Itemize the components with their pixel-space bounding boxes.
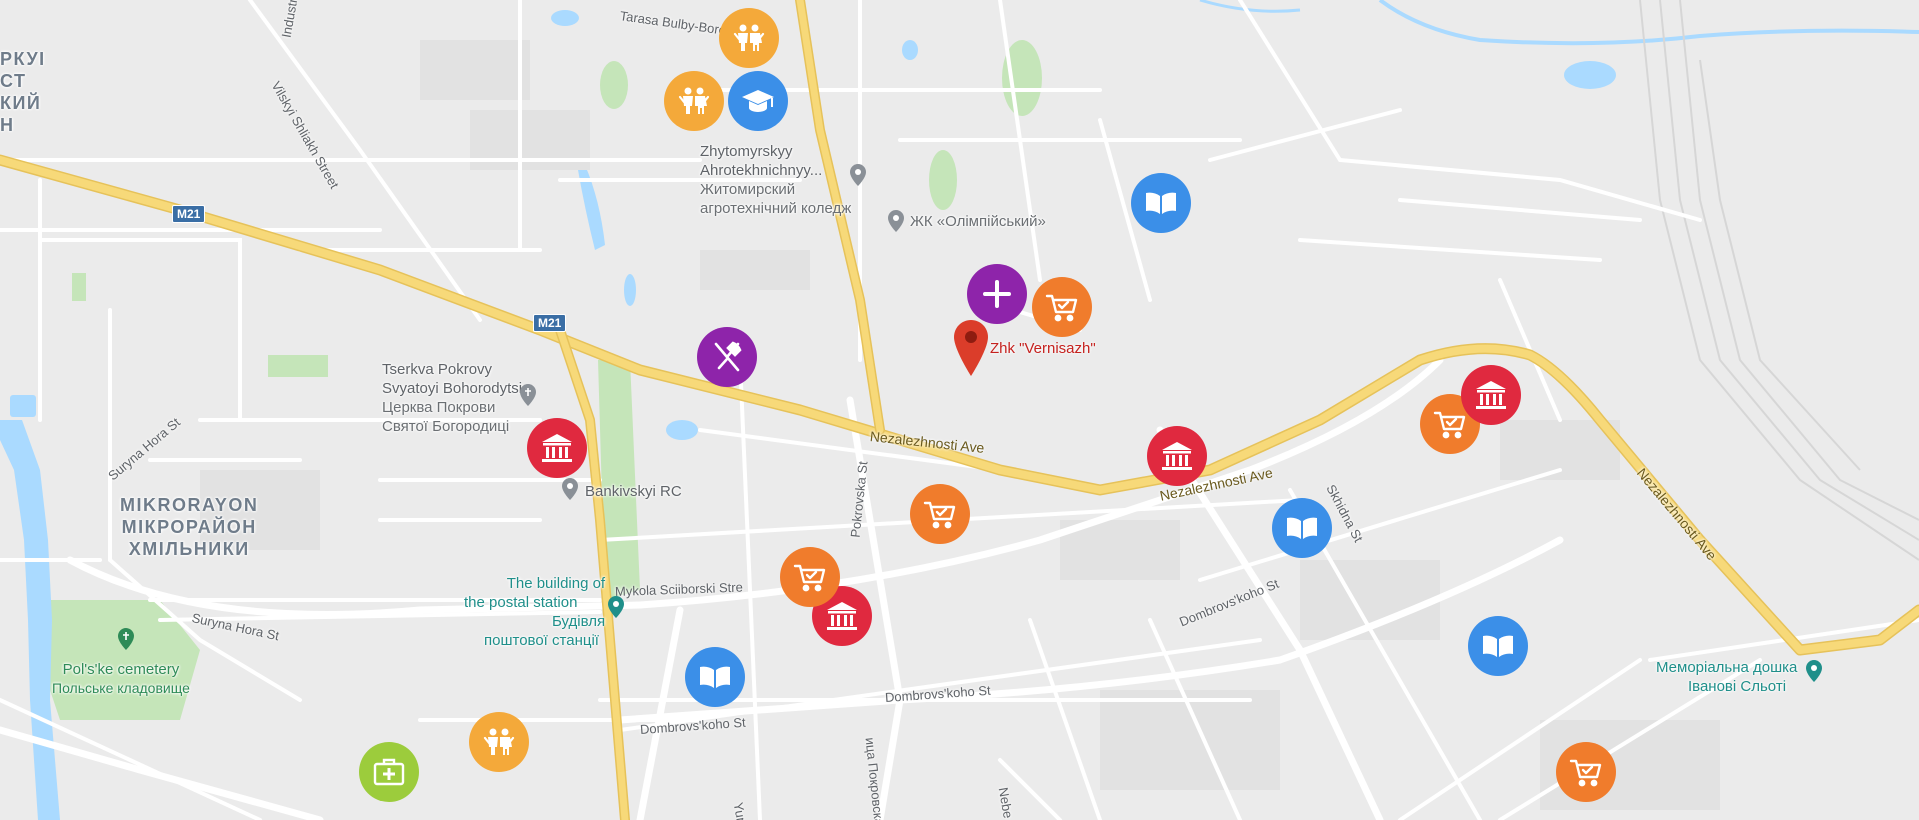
bank-marker[interactable] (1147, 426, 1207, 486)
selected-location-label: Zhk "Vernisazh" (990, 340, 1096, 357)
highway-shield-m21: M21 (172, 205, 206, 223)
landmark-pin-icon[interactable] (608, 596, 624, 618)
place-pin-icon[interactable] (562, 478, 578, 500)
book-icon (1287, 517, 1317, 539)
place-label-cemetery: Pol's'ke cemetery Польське кладовище (52, 661, 190, 696)
fork-knife-icon (714, 341, 742, 372)
shop-marker[interactable] (1032, 277, 1092, 337)
children-icon (733, 24, 765, 51)
library-marker[interactable] (1131, 173, 1191, 233)
cart-icon (793, 564, 826, 592)
library-marker[interactable] (1468, 616, 1528, 676)
book-icon (1483, 635, 1513, 657)
place-label-agrotech-college: Zhytomyrskyy Ahrotekhnichnyy... Житомирс… (700, 143, 852, 217)
bank-icon (1162, 442, 1192, 470)
library-marker[interactable] (685, 647, 745, 707)
place-pin-icon[interactable] (888, 210, 904, 232)
first-aid-icon (373, 758, 405, 786)
church-pin-icon[interactable] (520, 384, 536, 406)
book-icon (1146, 192, 1176, 214)
cart-icon (923, 501, 956, 529)
children-icon (678, 87, 710, 114)
shop-marker[interactable] (780, 547, 840, 607)
children-icon (483, 728, 515, 755)
place-label-bankivskyi: Bankivskyi RC (585, 483, 682, 500)
place-label-tserkva: Tserkva Pokrovy Svyatoyi Bohorodytsi Цер… (382, 361, 523, 435)
cart-icon (1569, 759, 1602, 787)
shop-marker[interactable] (910, 484, 970, 544)
highway-shield-m21: M21 (533, 314, 567, 332)
education-marker[interactable] (728, 71, 788, 131)
place-label-postal-station: The building of the postal station Будів… (464, 575, 606, 649)
place-pin-icon[interactable] (850, 164, 866, 186)
book-icon (700, 666, 730, 688)
medical-marker[interactable] (967, 264, 1027, 324)
plus-icon (983, 280, 1011, 308)
bank-marker[interactable] (1461, 365, 1521, 425)
graduation-cap-icon (742, 90, 774, 112)
kids-marker[interactable] (664, 71, 724, 131)
shop-marker[interactable] (1556, 742, 1616, 802)
district-label-khmilnyky: MIKRORAYON МІКРОРАЙОН ХМІЛЬНИКИ (120, 495, 259, 559)
pharmacy-marker[interactable] (359, 742, 419, 802)
bank-icon (542, 434, 572, 462)
place-label-olimpiyskyi: ЖК «Олімпійський» (910, 213, 1046, 230)
kids-marker[interactable] (469, 712, 529, 772)
cart-icon (1433, 411, 1466, 439)
place-label-memorial: Меморіальна дошка Івановi Сльоті (1656, 659, 1798, 695)
restaurant-marker[interactable] (697, 327, 757, 387)
district-label-topleft: РКУІ СТ КИЙ Н (0, 49, 46, 135)
cart-icon (1045, 294, 1078, 322)
bank-icon (827, 602, 857, 630)
selected-location-pin[interactable] (954, 320, 988, 376)
bank-marker[interactable] (527, 418, 587, 478)
memorial-pin-icon[interactable] (1806, 660, 1822, 682)
map-canvas[interactable]: M21 M21 Tarasa Bulby-Borov Industri Vils… (0, 0, 1919, 820)
library-marker[interactable] (1272, 498, 1332, 558)
bank-icon (1476, 381, 1506, 409)
kids-marker[interactable] (719, 8, 779, 68)
cemetery-pin-icon[interactable] (118, 628, 134, 650)
